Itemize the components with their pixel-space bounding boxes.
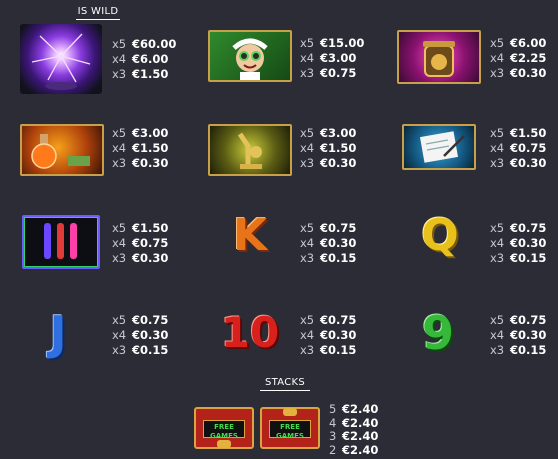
- notepad-symbol: [402, 124, 476, 170]
- microscope-symbol: [208, 124, 292, 176]
- jar-icon: [423, 41, 455, 77]
- flask-icon: [31, 134, 90, 169]
- stacks-paytable: 5 €2.40 4 €2.40 3 €2.40 2 €2.40: [329, 402, 379, 457]
- letter-j-symbol: J: [49, 306, 67, 360]
- free-games-symbol-1: FREE GAMES: [194, 407, 254, 449]
- plasma-ball-paytable: x5 €60.00 x4 €6.00 x3 €1.50: [112, 37, 177, 81]
- number-10-paytable: x5 €0.75 x4 €0.30 x3 €0.15: [300, 313, 357, 357]
- free-games-label-top: FREE: [214, 423, 234, 431]
- free-games-screen: FREE GAMES: [269, 420, 311, 440]
- letter-q-paytable: x5 €0.75 x4 €0.30 x3 €0.15: [490, 221, 547, 265]
- number-10-symbol: 10: [220, 308, 280, 357]
- potion-flask-paytable: x5 €3.00 x4 €1.50 x3 €0.30: [112, 126, 169, 170]
- plasma-lightning-icon: [31, 33, 91, 90]
- number-9-symbol: 9: [421, 306, 454, 360]
- potion-flask-symbol: [20, 124, 104, 176]
- mad-scientist-paytable: x5 €15.00 x4 €3.00 x3 €0.75: [300, 36, 365, 80]
- money-jar-paytable: x5 €6.00 x4 €2.25 x3 €0.30: [490, 36, 547, 80]
- wild-heading: IS WILD: [76, 6, 120, 20]
- microscope-paytable: x5 €3.00 x4 €1.50 x3 €0.30: [300, 126, 357, 170]
- letter-k-paytable: x5 €0.75 x4 €0.30 x3 €0.15: [300, 221, 357, 265]
- letter-k-symbol: K: [232, 210, 268, 261]
- test-tubes-symbol: [22, 215, 100, 269]
- notepad-icon: [420, 131, 465, 163]
- test-tubes-icon: [44, 223, 77, 259]
- notepad-paytable: x5 €1.50 x4 €0.75 x3 €0.30: [490, 126, 547, 170]
- test-tubes-paytable: x5 €1.50 x4 €0.75 x3 €0.30: [112, 221, 169, 265]
- microscope-icon: [237, 132, 262, 169]
- free-games-label-top: FREE: [280, 423, 300, 431]
- free-games-badge-icon: [217, 440, 231, 448]
- plasma-ball-symbol: [20, 24, 102, 94]
- free-games-screen: FREE GAMES: [203, 420, 245, 440]
- number-9-paytable: x5 €0.75 x4 €0.30 x3 €0.15: [490, 313, 547, 357]
- money-jar-symbol: [397, 30, 481, 84]
- free-games-symbol-2: FREE GAMES: [260, 407, 320, 449]
- letter-j-paytable: x5 €0.75 x4 €0.30 x3 €0.15: [112, 313, 169, 357]
- scientist-face-icon: [232, 38, 268, 80]
- free-games-label-bottom: GAMES: [276, 432, 304, 440]
- mad-scientist-symbol: [208, 30, 292, 82]
- stacks-heading: STACKS: [260, 377, 310, 391]
- free-games-badge-icon: [283, 408, 297, 416]
- letter-q-symbol: Q: [421, 210, 459, 261]
